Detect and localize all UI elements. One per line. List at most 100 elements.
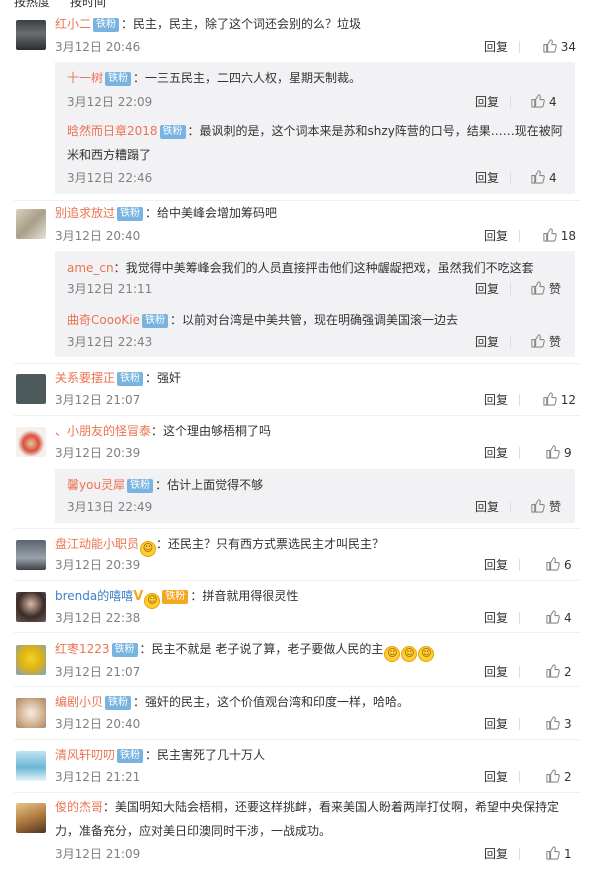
tab-time[interactable]: 按时间 <box>70 0 106 8</box>
reply-button[interactable]: 回复 <box>475 279 499 299</box>
reply-list: 十一树 铁粉 ：一三五民主，二四六人权，星期天制裁。 3月12日 22:09 回复 … <box>55 62 575 194</box>
thumbs-up-icon <box>545 444 560 459</box>
thumbs-up-icon <box>545 663 560 678</box>
reply-button[interactable]: 回复 <box>484 390 508 410</box>
emoji-icon: ☺ <box>140 541 157 557</box>
like-button[interactable]: 12 <box>542 390 576 410</box>
thumbs-up-icon <box>530 93 545 108</box>
fan-badge: 铁粉 <box>142 314 168 328</box>
like-button[interactable]: 18 <box>542 226 576 246</box>
username[interactable]: 盘江动能小职员 <box>55 537 139 551</box>
reply-button[interactable]: 回复 <box>475 168 499 188</box>
reply-time: 3月12日 22:46 <box>67 171 153 185</box>
comment-text: ：民主，民主，除了这个词还会别的么？垃圾 <box>121 17 362 31</box>
avatar[interactable] <box>16 698 46 728</box>
comment-time: 3月12日 20:39 <box>55 558 141 572</box>
reply-time: 3月12日 22:09 <box>67 95 153 109</box>
emoji-icon: ☺ <box>418 646 435 662</box>
like-button[interactable]: 6 <box>545 555 576 575</box>
like-button[interactable]: 3 <box>545 714 576 734</box>
thumbs-up-icon <box>542 38 557 53</box>
fan-badge: 铁粉 <box>111 643 138 657</box>
username[interactable]: 清风轩叨叨 <box>55 748 115 762</box>
reply-button[interactable]: 回复 <box>484 443 508 463</box>
like-count: 12 <box>560 393 576 407</box>
comment-time: 3月12日 20:46 <box>55 40 141 54</box>
avatar[interactable] <box>16 209 46 239</box>
comment-time: 3月12日 21:09 <box>55 847 141 861</box>
username[interactable]: ame_cn <box>67 261 114 275</box>
reply-button[interactable]: 回复 <box>484 37 508 57</box>
comment-text: ：这个理由够梧桐了吗 <box>151 424 272 438</box>
comment-time: 3月12日 21:07 <box>55 393 141 407</box>
username[interactable]: 十一树 <box>67 71 103 85</box>
fan-badge: 铁粉 <box>127 479 154 493</box>
like-button[interactable]: 赞 <box>530 332 561 352</box>
divider <box>14 792 580 793</box>
like-button[interactable]: 4 <box>530 92 561 112</box>
like-button[interactable]: 9 <box>545 443 576 463</box>
like-count: 18 <box>560 229 576 243</box>
reply-button[interactable]: 回复 <box>475 497 499 517</box>
reply-button[interactable]: 回复 <box>484 226 508 246</box>
comment-time: 3月12日 20:40 <box>55 717 141 731</box>
avatar[interactable] <box>16 20 46 50</box>
username[interactable]: 编剧小贝 <box>55 695 103 709</box>
username[interactable]: 晗然而日章2018 <box>67 124 158 138</box>
fan-badge: 铁粉 <box>162 590 189 604</box>
tab-hot[interactable]: 按热度 <box>14 0 50 8</box>
like-count: 1 <box>564 847 572 861</box>
avatar[interactable] <box>16 374 46 404</box>
reply-button[interactable]: 回复 <box>484 844 508 864</box>
username[interactable]: 红小二 <box>55 17 91 31</box>
like-button[interactable]: 34 <box>542 37 576 57</box>
like-button[interactable]: 2 <box>545 767 576 787</box>
reply-text: ：估计上面觉得不够 <box>155 478 264 492</box>
reply-button[interactable]: 回复 <box>475 332 499 352</box>
divider <box>14 200 580 201</box>
comment-text: ：民主害死了几十万人 <box>145 748 266 762</box>
divider <box>14 580 580 581</box>
username[interactable]: 别追求放过 <box>55 206 115 220</box>
avatar[interactable] <box>16 592 46 622</box>
username[interactable]: brenda的嘻嘻 <box>55 589 133 603</box>
avatar[interactable] <box>16 803 46 833</box>
like-button[interactable]: 1 <box>545 844 576 864</box>
avatar[interactable] <box>16 645 46 675</box>
avatar[interactable] <box>16 751 46 781</box>
avatar[interactable] <box>16 540 46 570</box>
reply-button[interactable]: 回复 <box>484 662 508 682</box>
divider <box>519 41 520 53</box>
comment-text: ：民主不就是 老子说了算，老子要做人民的主 <box>139 642 384 656</box>
reply-button[interactable]: 回复 <box>484 608 508 628</box>
like-button[interactable]: 赞 <box>530 497 561 517</box>
username[interactable]: 关系要摆正 <box>55 371 115 385</box>
fan-badge: 铁粉 <box>117 372 144 386</box>
username[interactable]: 红枣1223 <box>55 642 110 656</box>
like-count: 34 <box>560 40 576 54</box>
like-button[interactable]: 4 <box>530 168 561 188</box>
username[interactable]: 俊的杰哥 <box>55 800 103 814</box>
like-button[interactable]: 2 <box>545 662 576 682</box>
thumbs-up-icon <box>530 498 545 513</box>
reply-button[interactable]: 回复 <box>484 767 508 787</box>
fan-badge: 铁粉 <box>159 125 186 139</box>
avatar[interactable] <box>16 427 46 457</box>
reply-text-cont: 米和西方糟蹋了 <box>67 148 152 162</box>
reply-button[interactable]: 回复 <box>475 92 499 112</box>
thumbs-up-icon <box>545 556 560 571</box>
username[interactable]: 、小朋友的怪冒泰 <box>55 424 151 438</box>
reply-button[interactable]: 回复 <box>484 714 508 734</box>
thumbs-up-icon <box>545 845 560 860</box>
thumbs-up-icon <box>530 280 545 295</box>
username[interactable]: 馨you灵犀 <box>67 478 125 492</box>
like-count: 4 <box>549 95 557 109</box>
reply-button[interactable]: 回复 <box>484 555 508 575</box>
like-button[interactable]: 4 <box>545 608 576 628</box>
comment-text: ：强奸 <box>145 371 182 385</box>
fan-badge: 铁粉 <box>105 72 132 86</box>
comment-text-cont: 力，准备充分，应对美日印澳同时干涉，一战成功。 <box>55 824 332 838</box>
thumbs-up-icon <box>542 391 557 406</box>
username[interactable]: 曲奇CoooKie <box>67 313 140 327</box>
like-button[interactable]: 赞 <box>530 279 561 299</box>
